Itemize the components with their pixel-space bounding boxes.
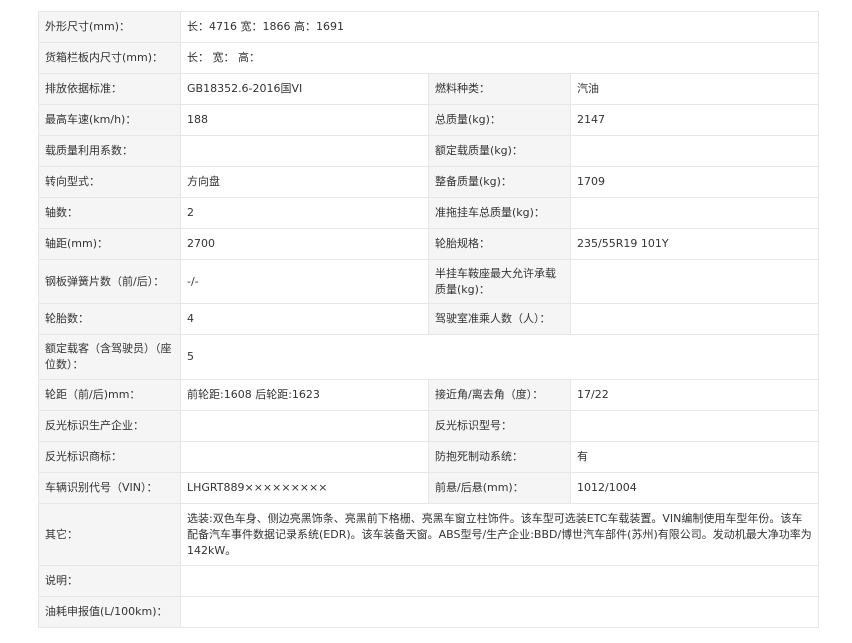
spec-label: 最高车速(km/h)： [38,104,181,136]
spec-label: 燃料种类： [428,73,571,105]
spec-label: 转向型式： [38,166,181,198]
spec-label: 钢板弹簧片数（前/后）： [38,259,181,304]
spec-label: 防抱死制动系统： [428,441,571,473]
spec-row: 钢板弹簧片数（前/后）： -/- 半挂车鞍座最大允许承载质量(kg)： [38,259,820,304]
spec-row: 转向型式： 方向盘 整备质量(kg)： 1709 [38,166,820,198]
spec-row: 轴距(mm)： 2700 轮胎规格： 235/55R19 101Y [38,228,820,260]
spec-value [569,197,820,229]
spec-label: 总质量(kg)： [428,104,571,136]
spec-value: GB18352.6-2016国VI [180,73,429,105]
spec-label: 半挂车鞍座最大允许承载质量(kg)： [428,259,571,304]
spec-value: 方向盘 [180,166,429,198]
spec-value: 1012/1004 [569,472,820,504]
spec-value [180,135,429,167]
spec-label: 额定载客（含驾驶员）（座位数）： [38,334,181,380]
spec-value [179,596,820,628]
spec-value [179,565,820,597]
spec-row: 反光标识商标： 防抱死制动系统：有 [38,441,820,473]
spec-label: 车辆识别代号（VIN）： [38,472,181,504]
spec-value: 选装:双色车身、侧边亮黑饰条、亮黑前下格栅、亮黑车窗立柱饰件。该车型可选装ETC… [179,503,820,566]
spec-row: 轴数： 2 准拖挂车总质量(kg)： [38,197,820,229]
spec-label: 排放依据标准： [38,73,181,105]
spec-row: 轮胎数： 4 驾驶室准乘人数（人）： [38,303,820,335]
spec-label: 轴距(mm)： [38,228,181,260]
spec-row: 额定载客（含驾驶员）（座位数）： 5 [38,334,820,380]
spec-label: 前悬/后悬(mm)： [428,472,571,504]
spec-label: 轮胎规格： [428,228,571,260]
spec-row: 排放依据标准： GB18352.6-2016国VI 燃料种类： 汽油 [38,73,820,105]
spec-value: 235/55R19 101Y [569,228,820,260]
spec-label: 额定载质量(kg)： [428,135,571,167]
spec-label: 整备质量(kg)： [428,166,571,198]
spec-label: 外形尺寸(mm)： [38,11,181,43]
spec-value: 2700 [180,228,429,260]
spec-value: 前轮距:1608 后轮距:1623 [180,379,429,411]
spec-value [569,410,820,442]
spec-value [569,303,820,335]
spec-row: 反光标识生产企业： 反光标识型号： [38,410,820,442]
spec-label: 载质量利用系数： [38,135,181,167]
spec-value [569,135,820,167]
spec-label: 反光标识商标： [38,441,181,473]
spec-label: 轮距（前/后)mm： [38,379,181,411]
spec-row: 说明： [38,565,820,597]
spec-value [180,410,429,442]
spec-value: 汽油 [569,73,820,105]
spec-value [180,441,429,473]
spec-row: 车辆识别代号（VIN）： LHGRT889××××××××× 前悬/后悬(mm)： 1… [38,472,820,504]
spec-label: 轮胎数： [38,303,181,335]
spec-value: 2147 [569,104,820,136]
spec-row: 载质量利用系数： 额定载质量(kg)： [38,135,820,167]
spec-value: 2 [180,197,429,229]
spec-value: -/- [180,259,429,304]
spec-label: 接近角/离去角（度）： [428,379,571,411]
spec-label: 准拖挂车总质量(kg)： [428,197,571,229]
spec-label: 轴数： [38,197,181,229]
spec-label: 说明： [38,565,181,597]
spec-label: 货箱栏板内尺寸(mm)： [38,42,181,74]
spec-row: 货箱栏板内尺寸(mm)： 长： 宽： 高： [38,42,820,74]
spec-label: 反光标识生产企业： [38,410,181,442]
spec-value: 17/22 [569,379,820,411]
spec-value: LHGRT889××××××××× [180,472,429,504]
spec-value: 长： 宽： 高： [179,42,820,74]
spec-row: 外形尺寸(mm)： 长：4716 宽：1866 高：1691 [38,11,820,43]
spec-value: 长：4716 宽：1866 高：1691 [179,11,820,43]
spec-label: 反光标识型号： [428,410,571,442]
spec-label: 驾驶室准乘人数（人）： [428,303,571,335]
spec-label: 其它： [38,503,181,566]
spec-row: 轮距（前/后)mm： 前轮距:1608 后轮距:1623 接近角/离去角（度）： 17… [38,379,820,411]
vehicle-spec-table: 外形尺寸(mm)： 长：4716 宽：1866 高：1691 货箱栏板内尺寸(mm)… [38,11,820,628]
spec-row: 最高车速(km/h)： 188 总质量(kg)： 2147 [38,104,820,136]
spec-value: 有 [569,441,820,473]
spec-row: 其它： 选装:双色车身、侧边亮黑饰条、亮黑前下格栅、亮黑车窗立柱饰件。该车型可选装… [38,503,820,566]
spec-value [569,259,820,304]
spec-value: 5 [179,334,820,380]
spec-value: 4 [180,303,429,335]
spec-row: 油耗申报值(L/100km)： [38,596,820,628]
spec-label: 油耗申报值(L/100km)： [38,596,181,628]
spec-value: 1709 [569,166,820,198]
spec-value: 188 [180,104,429,136]
spec-table-body: 外形尺寸(mm)： 长：4716 宽：1866 高：1691 货箱栏板内尺寸(mm)… [38,11,820,628]
